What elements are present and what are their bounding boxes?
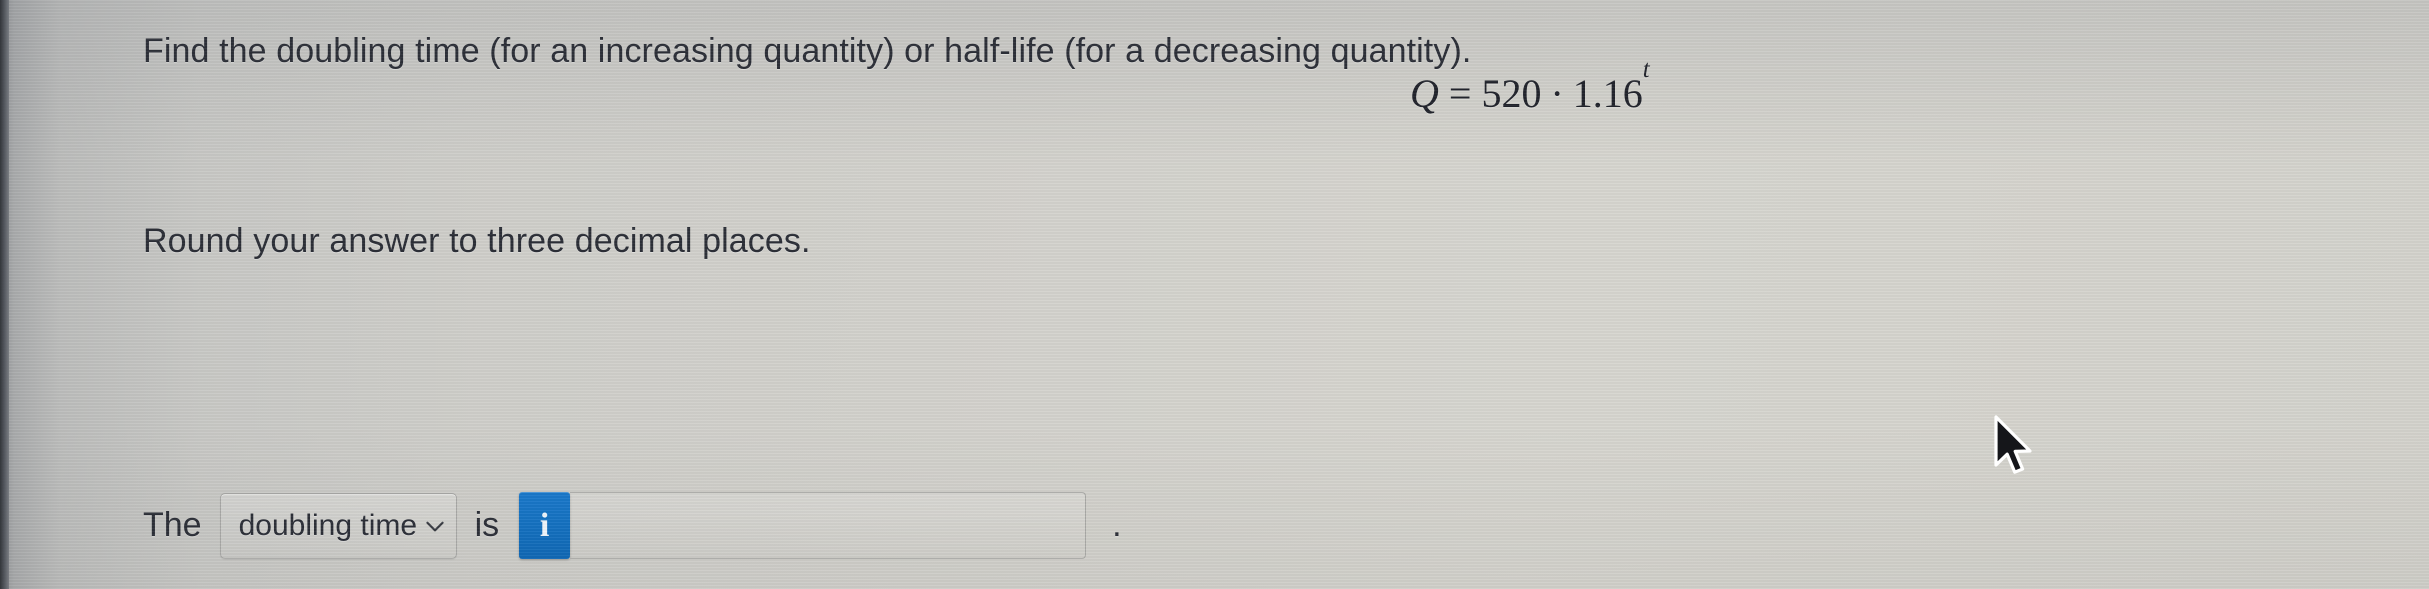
formula-base: 1.16 xyxy=(1572,71,1643,116)
quantity-type-select[interactable]: doubling time xyxy=(219,492,457,559)
formula-lhs: Q xyxy=(1410,71,1439,116)
info-icon-button[interactable]: i xyxy=(519,492,571,559)
answer-prefix-label: The xyxy=(143,506,202,544)
answer-input[interactable] xyxy=(570,492,1087,559)
problem-statement: Find the doubling time (for an increasin… xyxy=(143,32,1472,70)
formula-exponent: t xyxy=(1642,56,1650,84)
mouse-pointer-icon xyxy=(1994,415,2032,474)
formula-multiplication-dot: · xyxy=(1550,71,1564,116)
answer-field-group: i xyxy=(519,492,1087,559)
formula-equals: = xyxy=(1448,71,1472,116)
chevron-down-icon xyxy=(425,521,444,531)
info-icon: i xyxy=(539,506,550,544)
formula-coefficient: 520 xyxy=(1481,71,1542,116)
rounding-instruction: Round your answer to three decimal place… xyxy=(143,222,811,260)
answer-suffix-period: . xyxy=(1112,506,1122,544)
screen-capture: Find the doubling time (for an increasin… xyxy=(0,0,2429,589)
formula-display: Q = 520 · 1.16t xyxy=(1410,56,1650,117)
quantity-type-select-value: doubling time xyxy=(238,508,418,542)
answer-row: The doubling time is i . xyxy=(143,462,1122,589)
screen-left-bezel xyxy=(0,0,9,589)
answer-middle-label: is xyxy=(474,506,500,544)
